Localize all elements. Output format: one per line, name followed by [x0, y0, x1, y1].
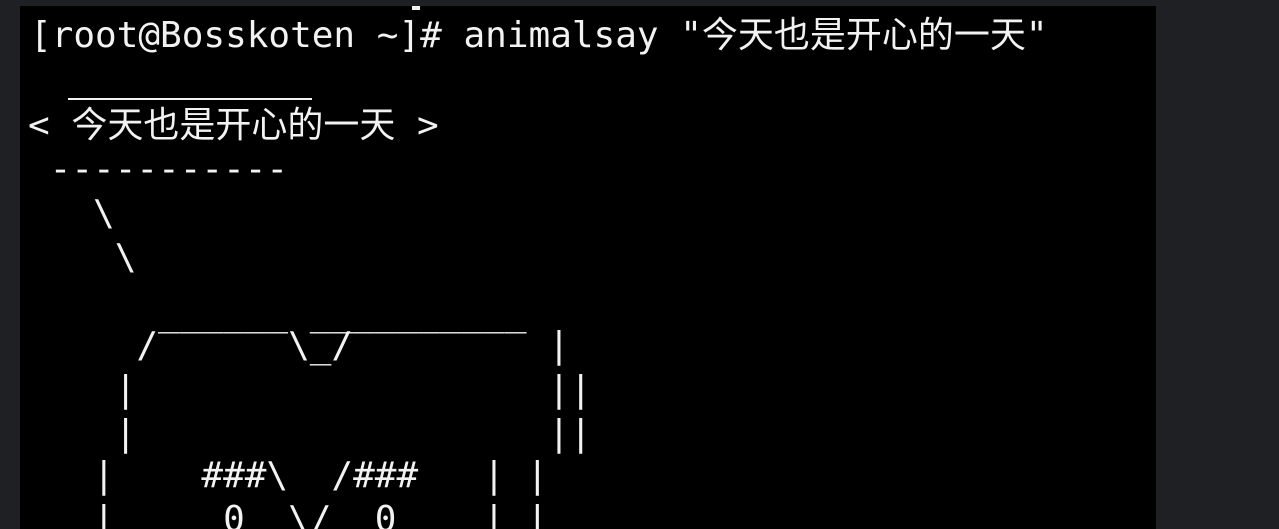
ascii-art-line: | ||	[28, 369, 592, 410]
ascii-art-line: \	[28, 193, 115, 234]
typed-command: animalsay "今天也是开心的一天"	[463, 15, 1048, 56]
ascii-art-line: \	[28, 237, 137, 278]
speech-bubble-bottom-border: -----------	[28, 149, 289, 190]
speech-bubble-top-border	[68, 98, 312, 100]
command-line: [root@Bosskoten ~]# animalsay "今天也是开心的一天…	[30, 14, 1048, 58]
ascii-art-line: | 0 \/ 0 | |	[28, 499, 549, 529]
ascii-art-line: | ###\ /### | |	[28, 455, 549, 496]
ascii-art-line: | ||	[28, 413, 592, 454]
shell-prompt: [root@Bosskoten ~]#	[30, 15, 442, 56]
ascii-art-line: / \_/ |	[28, 325, 570, 366]
speech-bubble-text: < 今天也是开心的一天 >	[28, 105, 439, 146]
terminal-window[interactable]: [root@Bosskoten ~]# animalsay "今天也是开心的一天…	[20, 6, 1156, 529]
screen: [root@Bosskoten ~]# animalsay "今天也是开心的一天…	[0, 0, 1279, 529]
previous-line-fragment	[412, 6, 420, 10]
